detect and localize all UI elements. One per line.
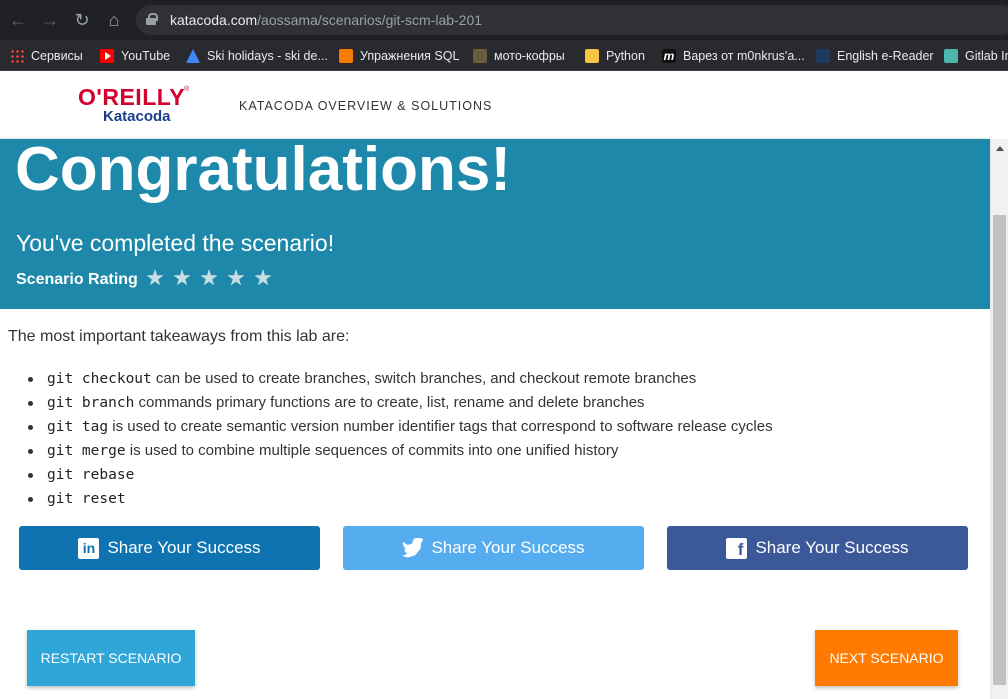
ereader-site-icon (816, 49, 830, 63)
twitter-icon (402, 537, 424, 558)
list-item: git branch commands primary functions ar… (26, 391, 773, 415)
list-item: git merge is used to combine multiple se… (26, 439, 773, 463)
completion-banner: Congratulations! You've completed the sc… (0, 139, 990, 309)
page-viewport: O'REILLY ® Katacoda KATACODA OVERVIEW & … (0, 71, 1008, 699)
star-icon-5[interactable] (254, 269, 272, 286)
takeaways-intro: The most important takeaways from this l… (8, 328, 350, 345)
congratulations-title: Congratulations! (15, 139, 511, 204)
linkedin-icon: in (78, 537, 100, 559)
bookmark-youtube[interactable]: YouTube (100, 46, 170, 66)
address-bar[interactable]: katacoda.com/aossama/scenarios/git-scm-l… (136, 5, 1008, 35)
moto-site-icon (473, 49, 487, 63)
completed-subtitle: You've completed the scenario! (16, 230, 335, 256)
facebook-icon: f (726, 537, 748, 559)
star-icon-3[interactable] (200, 269, 218, 286)
gitlab-site-icon (944, 49, 958, 63)
bookmark-warez[interactable]: m Варез от m0nkrus'a... (662, 46, 805, 66)
ski-site-icon (186, 49, 200, 63)
lock-icon (146, 13, 158, 25)
bookmark-services[interactable]: Сервисы (10, 46, 83, 66)
share-linkedin-button[interactable]: in Share Your Success (19, 526, 320, 570)
bookmark-ereader[interactable]: English e-Reader (816, 46, 934, 66)
back-arrow-icon[interactable]: ← (6, 8, 30, 32)
rating-label: Scenario Rating (16, 271, 138, 288)
list-item: git reset (26, 487, 773, 511)
takeaways-list: git checkout can be used to create branc… (26, 367, 773, 511)
share-twitter-button[interactable]: Share Your Success (343, 526, 644, 570)
star-icon-4[interactable] (227, 269, 245, 286)
scroll-up-arrow-icon[interactable] (996, 146, 1004, 151)
scrollbar-thumb[interactable] (993, 215, 1006, 685)
youtube-icon (100, 49, 114, 63)
bookmarks-bar: Сервисы YouTube Ski holidays - ski de...… (0, 40, 1008, 71)
bookmark-python[interactable]: Python (585, 46, 645, 66)
folder-icon (585, 49, 599, 63)
site-header: O'REILLY ® Katacoda KATACODA OVERVIEW & … (0, 71, 990, 139)
m-site-icon: m (662, 49, 676, 63)
browser-toolbar: ← → ↻ ⌂ katacoda.com/aossama/scenarios/g… (0, 0, 1008, 40)
share-facebook-button[interactable]: f Share Your Success (667, 526, 968, 570)
restart-scenario-button[interactable]: RESTART SCENARIO (27, 630, 195, 686)
oreilly-logo[interactable]: O'REILLY (78, 84, 185, 111)
bookmark-ski-holidays[interactable]: Ski holidays - ski de... (186, 46, 328, 66)
vertical-scrollbar[interactable] (990, 139, 1008, 699)
registered-mark: ® (184, 86, 190, 93)
rating-stars (146, 269, 272, 287)
home-icon[interactable]: ⌂ (102, 8, 126, 32)
star-icon-2[interactable] (173, 269, 191, 286)
next-scenario-button[interactable]: NEXT SCENARIO (815, 630, 958, 686)
bookmark-sql[interactable]: Упражнения SQL (339, 46, 459, 66)
list-item: git rebase (26, 463, 773, 487)
list-item: git tag is used to create semantic versi… (26, 415, 773, 439)
katacoda-logo[interactable]: Katacoda (103, 108, 171, 125)
url-text[interactable]: katacoda.com/aossama/scenarios/git-scm-l… (170, 12, 482, 28)
bookmark-moto[interactable]: мото-кофры (473, 46, 565, 66)
forward-arrow-icon[interactable]: → (38, 8, 62, 32)
reload-icon[interactable]: ↻ (70, 8, 94, 32)
nav-overview-solutions[interactable]: KATACODA OVERVIEW & SOLUTIONS (239, 99, 492, 113)
apps-grid-icon (10, 49, 24, 63)
list-item: git checkout can be used to create branc… (26, 367, 773, 391)
bookmark-gitlab[interactable]: Gitlab In (944, 46, 1008, 66)
star-icon-1[interactable] (146, 269, 164, 286)
sql-site-icon (339, 49, 353, 63)
